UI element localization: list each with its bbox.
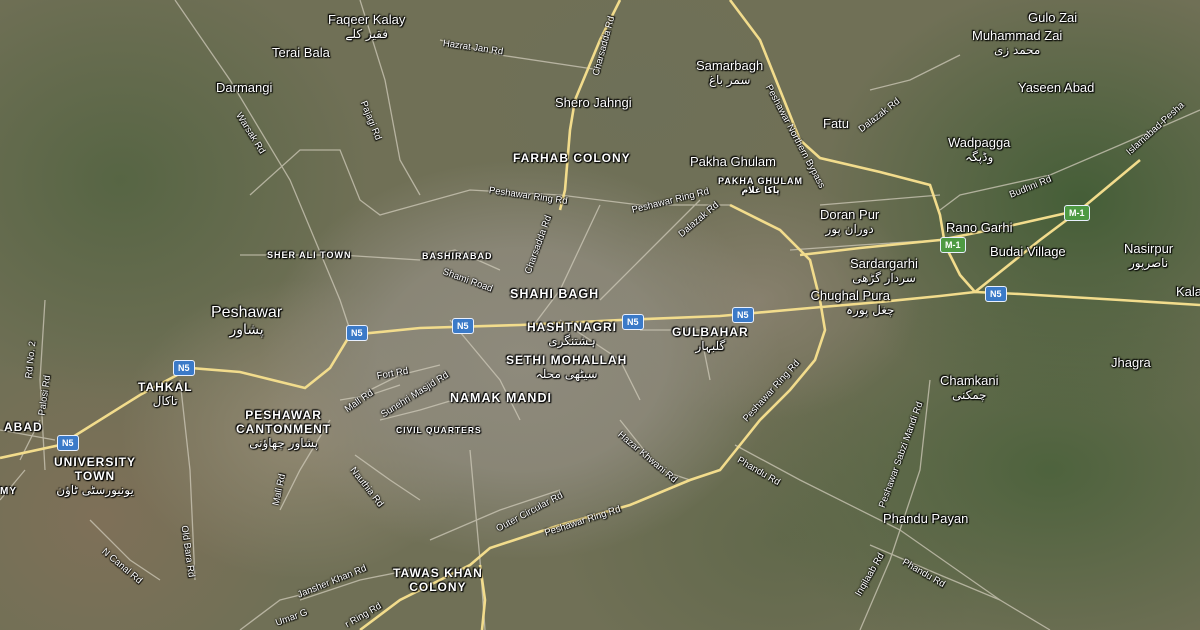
- place-label[interactable]: Gulo Zai: [1028, 10, 1077, 25]
- place-label[interactable]: TAWAS KHAN COLONY: [393, 566, 483, 594]
- place-label[interactable]: BASHIRABAD: [422, 251, 493, 261]
- place-label[interactable]: Muhammad Zai محمد زی: [972, 28, 1062, 57]
- n5-shield: N5: [985, 286, 1007, 302]
- city-label-peshawar[interactable]: Peshawar پشاور: [211, 303, 282, 338]
- place-label[interactable]: Samarbagh سمر باغ: [696, 58, 763, 87]
- n5-shield: N5: [732, 307, 754, 323]
- m1-shield: M-1: [940, 237, 966, 253]
- place-label[interactable]: Faqeer Kalay فقیر کلے: [328, 12, 405, 41]
- satellite-map[interactable]: N5 N5 N5 N5 N5 N5 M-1 M-1 N5 Faqeer Kala…: [0, 0, 1200, 630]
- place-label[interactable]: NAMAK MANDI: [450, 391, 552, 405]
- place-label[interactable]: Wadpagga وڈپگہ: [948, 135, 1010, 164]
- place-label[interactable]: PAKHA GHULAM پاکا غلام: [718, 176, 803, 196]
- place-label[interactable]: Darmangi: [216, 80, 272, 95]
- place-label[interactable]: Nasirpur ناصرپور: [1124, 241, 1173, 270]
- place-label[interactable]: Jhagra: [1111, 355, 1151, 370]
- place-label[interactable]: UNIVERSITY TOWN یونیورسٹی ٹاؤن: [54, 455, 136, 497]
- place-label[interactable]: Budai Village: [990, 244, 1066, 259]
- place-label[interactable]: FARHAB COLONY: [513, 151, 631, 165]
- place-label[interactable]: Kala: [1176, 284, 1200, 299]
- place-label[interactable]: Sardargarhi سردار گڑھی: [850, 256, 918, 285]
- n5-shield: N5: [452, 318, 474, 334]
- place-label[interactable]: Chamkani چمکنی: [940, 373, 999, 402]
- n5-shield: N5: [173, 360, 195, 376]
- place-label[interactable]: ABAD: [4, 420, 43, 434]
- place-label[interactable]: SETHI MOHALLAH سیٹھی محلہ: [506, 353, 627, 381]
- place-label[interactable]: Chughal Pura چغل پورہ: [806, 288, 894, 317]
- place-label[interactable]: MY: [0, 485, 17, 499]
- place-label[interactable]: Rano Garhi: [946, 220, 1012, 235]
- place-label[interactable]: GULBAHAR گلبہار: [672, 325, 749, 353]
- n5-shield: N5: [57, 435, 79, 451]
- place-label[interactable]: Pakha Ghulam: [690, 154, 776, 169]
- place-label[interactable]: Doran Pur دوران پور: [820, 207, 879, 236]
- place-label[interactable]: HASHTNAGRI ہشتنگری: [527, 320, 617, 348]
- place-label[interactable]: SHER ALI TOWN: [267, 250, 352, 260]
- place-label[interactable]: Fatu: [823, 116, 849, 131]
- place-label[interactable]: Phandu Payan: [883, 511, 968, 526]
- n5-shield: N5: [622, 314, 644, 330]
- place-label[interactable]: TAHKAL تاکال: [138, 380, 192, 408]
- place-label[interactable]: PESHAWAR CANTONMENT پشاور چھاؤنی: [236, 408, 331, 450]
- place-label[interactable]: Terai Bala: [272, 45, 330, 60]
- n5-shield: N5: [346, 325, 368, 341]
- place-label[interactable]: Yaseen Abad: [1018, 80, 1094, 95]
- place-label[interactable]: CIVIL QUARTERS: [396, 425, 482, 435]
- m1-shield: M-1: [1064, 205, 1090, 221]
- place-label[interactable]: SHAHI BAGH: [510, 287, 599, 301]
- place-label[interactable]: Shero Jahngi: [555, 95, 632, 110]
